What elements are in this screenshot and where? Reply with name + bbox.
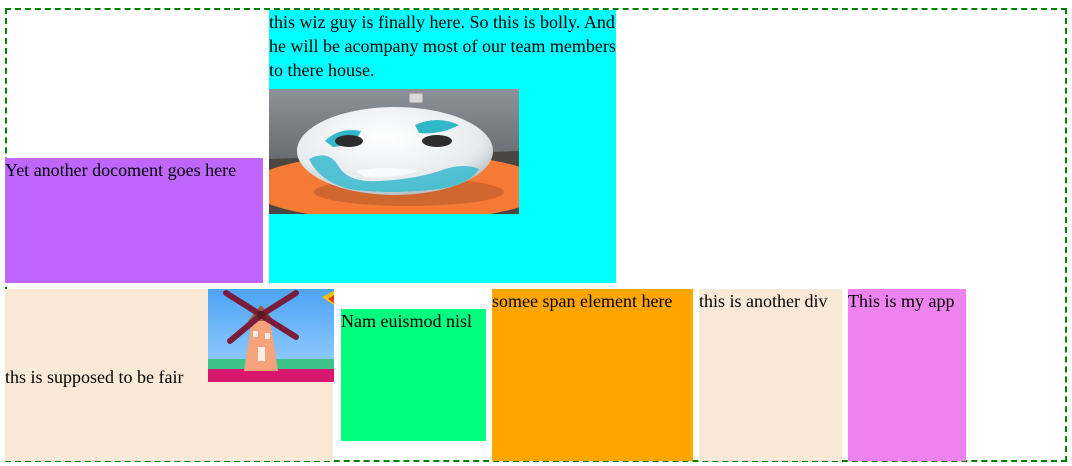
another-div-text: this is another div: [699, 291, 828, 311]
green-box: Nam euismod nisl: [341, 309, 486, 441]
app-box: This is my app: [848, 289, 966, 461]
cyan-box-text: this wiz guy is finally here. So this is…: [269, 12, 616, 80]
bisque-box-text: ths is supposed to be fair: [5, 367, 184, 387]
app-box-text: This is my app: [848, 291, 955, 311]
another-div-box: this is another div: [699, 289, 842, 461]
orange-span-box: somee span element here: [492, 289, 693, 461]
orange-span-text: somee span element here: [492, 291, 673, 311]
bisque-windmill-box: ths is supposed to be fair: [5, 289, 334, 461]
windmill-image: [208, 289, 334, 382]
cyan-story-box: this wiz guy is finally here. So this is…: [269, 10, 616, 283]
purple-box-text: Yet another docoment goes here: [5, 160, 237, 180]
purple-document-box: Yet another docoment goes here: [5, 158, 263, 283]
ufo-character-image: [269, 89, 519, 214]
green-box-text: Nam euismod nisl: [341, 311, 472, 331]
